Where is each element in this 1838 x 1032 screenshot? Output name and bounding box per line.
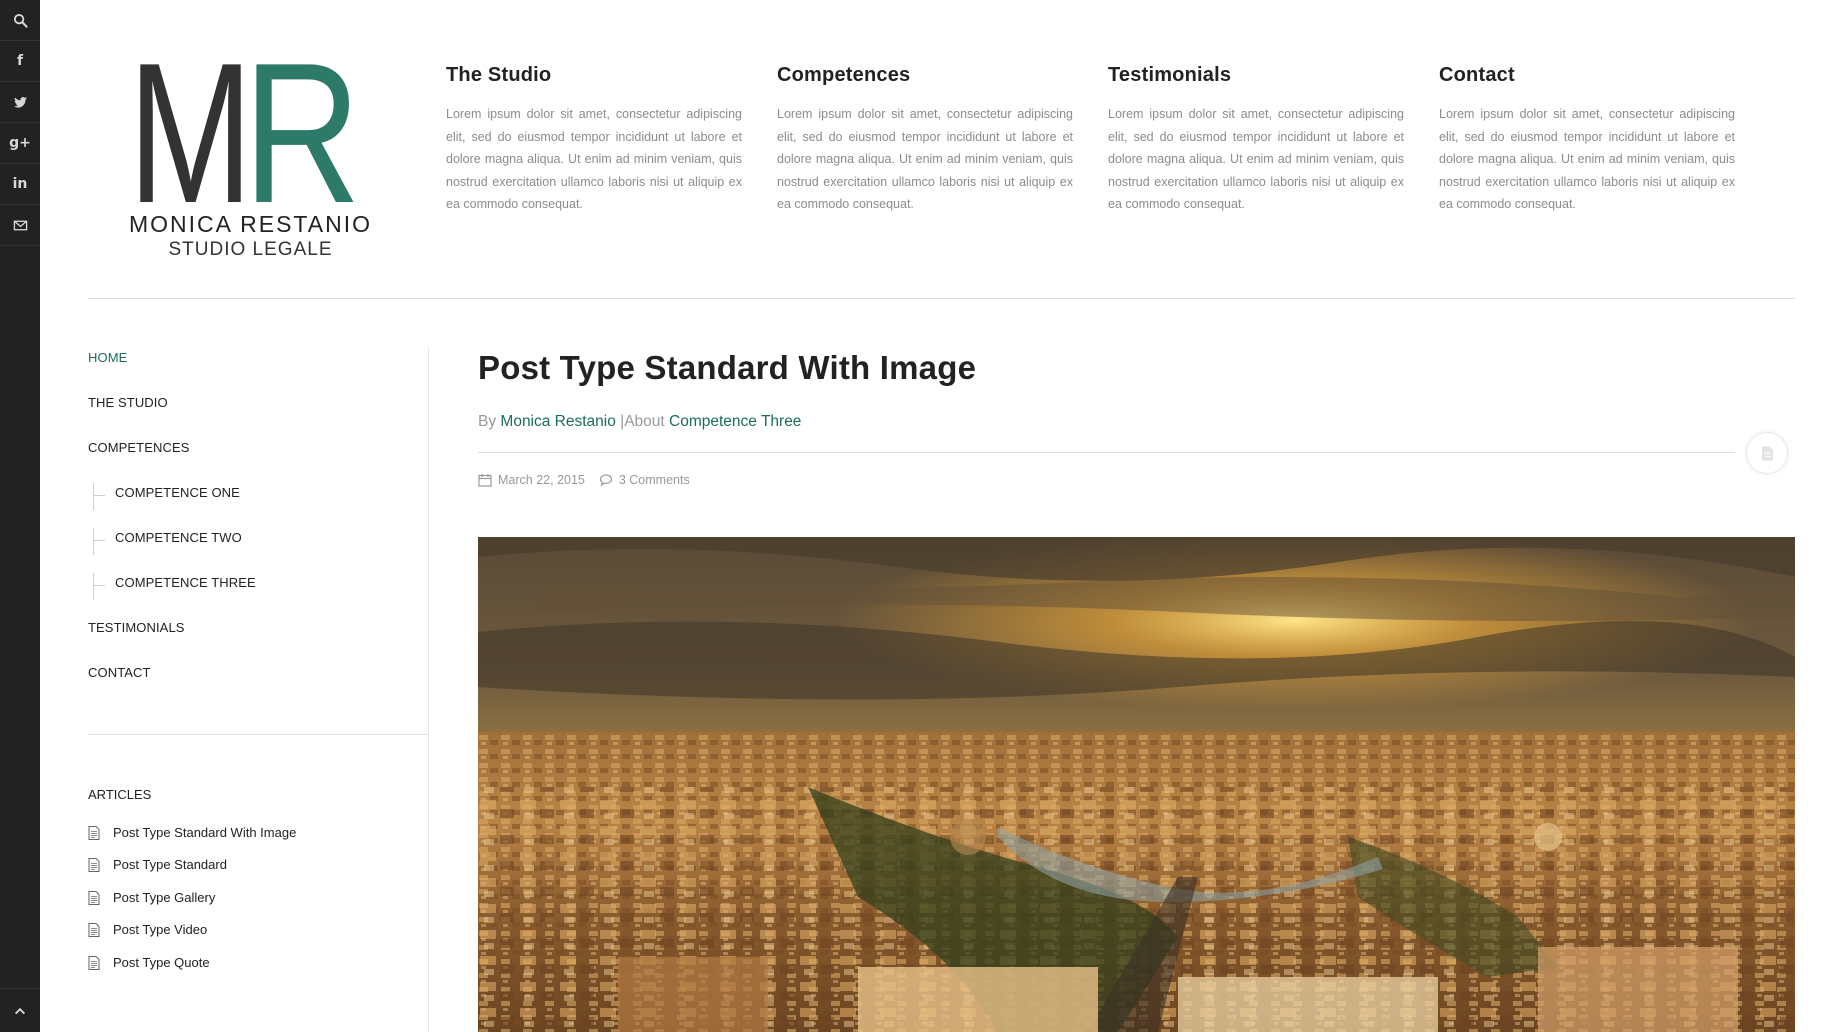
header-column-testimonials: Testimonials Lorem ipsum dolor sit amet,…: [1108, 64, 1404, 216]
article-link[interactable]: Post Type Gallery: [88, 890, 215, 905]
header-column-title[interactable]: Testimonials: [1108, 64, 1404, 87]
article-link-label: Post Type Standard: [113, 857, 227, 872]
header-column-title[interactable]: Competences: [777, 64, 1073, 87]
logo-subtitle: STUDIO LEGALE: [168, 239, 333, 260]
article-link[interactable]: Post Type Standard: [88, 857, 227, 872]
submenu-tick: [93, 495, 105, 496]
article-link[interactable]: Post Type Standard With Image: [88, 825, 296, 840]
calendar-icon: [478, 474, 492, 487]
post-divider: [478, 452, 1735, 453]
document-icon: [88, 825, 100, 840]
nav-item-the-studio[interactable]: THE STUDIO: [88, 395, 168, 410]
nav-item-competence-two[interactable]: COMPETENCE TWO: [115, 530, 242, 545]
header-column-contact: Contact Lorem ipsum dolor sit amet, cons…: [1439, 64, 1735, 216]
document-icon: [88, 857, 100, 872]
nav-item-home[interactable]: HOME: [88, 350, 127, 365]
submenu-tick: [93, 540, 105, 541]
social-sidebar: f g+ in: [0, 0, 40, 1032]
post-date[interactable]: March 22, 2015: [498, 473, 585, 487]
submenu-tick: [93, 585, 105, 586]
post-title[interactable]: Post Type Standard With Image: [478, 349, 976, 387]
header-column-title[interactable]: Contact: [1439, 64, 1735, 87]
comment-icon: [599, 474, 612, 487]
linkedin-icon[interactable]: in: [0, 164, 40, 205]
header-column-text: Lorem ipsum dolor sit amet, consectetur …: [1439, 107, 1735, 212]
submenu-line: [93, 528, 94, 555]
by-label: By: [478, 413, 497, 430]
svg-text:M: M: [128, 55, 253, 205]
sidebar-divider: [428, 348, 429, 1032]
sidebar-section-divider: [88, 734, 428, 735]
logo-name: MONICA RESTANIO: [129, 211, 372, 237]
post-byline: By Monica Restanio |About Competence Thr…: [478, 413, 801, 431]
logo-monogram: M R: [128, 55, 361, 205]
mail-icon[interactable]: [0, 205, 40, 246]
nav-item-competences[interactable]: COMPETENCES: [88, 440, 190, 455]
submenu-line: [93, 573, 94, 600]
comments-link[interactable]: 3 Comments: [619, 473, 690, 487]
site-logo[interactable]: M R MONICA RESTANIO STUDIO LEGALE: [118, 55, 383, 270]
header-divider: [88, 298, 1795, 299]
header-column-text: Lorem ipsum dolor sit amet, consectetur …: [446, 107, 742, 212]
twitter-icon[interactable]: [0, 82, 40, 123]
category-link[interactable]: Competence Three: [669, 413, 801, 430]
nav-item-contact[interactable]: CONTACT: [88, 665, 151, 680]
header-column-studio: The Studio Lorem ipsum dolor sit amet, c…: [446, 64, 742, 216]
post-meta: March 22, 2015 3 Comments: [478, 473, 690, 487]
nav-item-competence-one[interactable]: COMPETENCE ONE: [115, 485, 240, 500]
document-icon: [88, 922, 100, 937]
article-link[interactable]: Post Type Video: [88, 922, 207, 937]
about-label: About: [624, 413, 665, 430]
submenu-line: [93, 483, 94, 510]
header-column-title[interactable]: The Studio: [446, 64, 742, 87]
header-column-text: Lorem ipsum dolor sit amet, consectetur …: [777, 107, 1073, 212]
facebook-icon[interactable]: f: [0, 41, 40, 82]
article-link[interactable]: Post Type Quote: [88, 955, 210, 970]
header-column-competences: Competences Lorem ipsum dolor sit amet, …: [777, 64, 1073, 216]
chevron-up-icon[interactable]: [0, 988, 40, 1032]
post-featured-image: [478, 537, 1795, 1032]
article-link-label: Post Type Standard With Image: [113, 825, 297, 840]
articles-heading: ARTICLES: [88, 787, 152, 802]
article-link-label: Post Type Quote: [113, 955, 210, 970]
google-plus-icon[interactable]: g+: [0, 123, 40, 164]
article-link-label: Post Type Gallery: [113, 890, 216, 905]
svg-text:R: R: [243, 55, 361, 205]
nav-item-competence-three[interactable]: COMPETENCE THREE: [115, 575, 256, 590]
document-icon: [88, 955, 100, 970]
article-link-label: Post Type Video: [113, 922, 208, 937]
search-icon[interactable]: [0, 0, 40, 41]
nav-item-testimonials[interactable]: TESTIMONIALS: [88, 620, 185, 635]
document-icon: [88, 890, 100, 905]
header-column-text: Lorem ipsum dolor sit amet, consectetur …: [1108, 107, 1404, 212]
author-link[interactable]: Monica Restanio: [500, 413, 615, 430]
document-icon: [1746, 432, 1788, 474]
